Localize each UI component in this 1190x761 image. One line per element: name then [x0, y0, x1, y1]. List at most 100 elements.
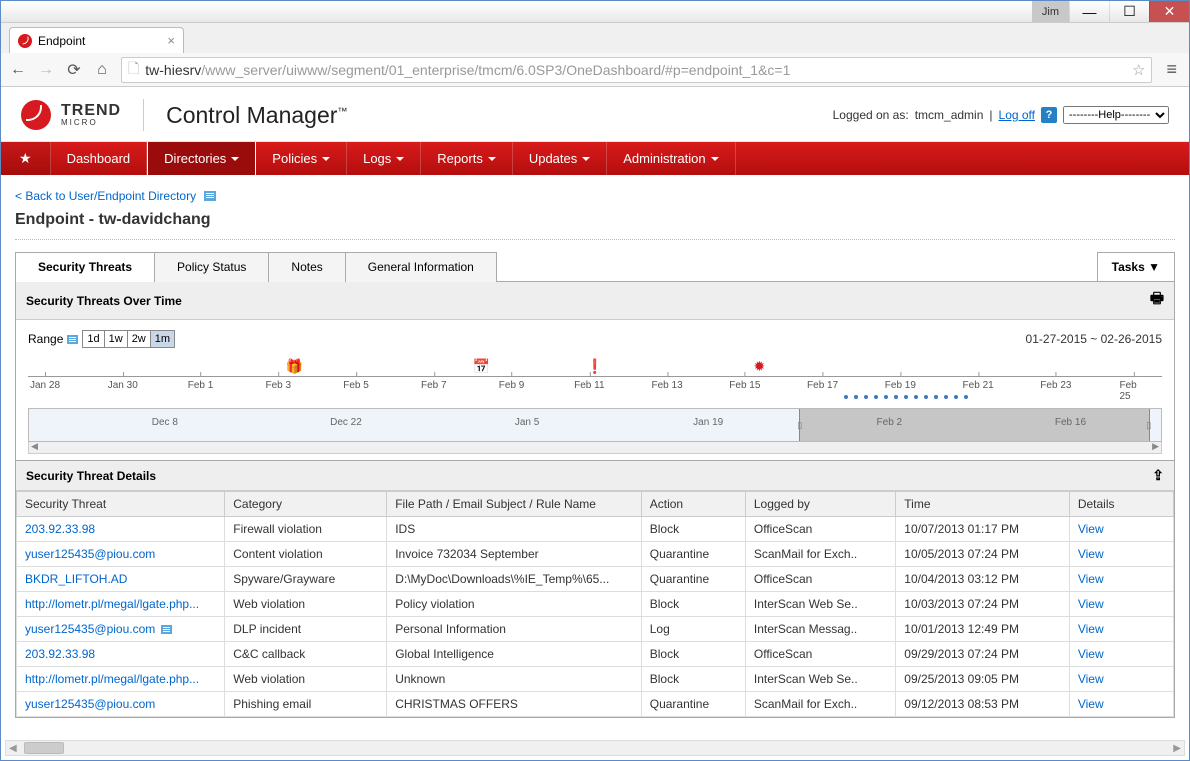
view-link[interactable]: View	[1078, 647, 1104, 661]
threat-link[interactable]: 203.92.33.98	[25, 647, 95, 661]
overview-tick: Jan 19	[693, 417, 723, 428]
table-cell: View	[1069, 642, 1173, 667]
export-icon[interactable]: ⇪	[1152, 467, 1164, 484]
star-icon: ★	[19, 150, 32, 167]
help-select[interactable]: --------Help--------	[1063, 106, 1169, 124]
window-minimize-button[interactable]: —	[1069, 1, 1109, 22]
browser-menu-icon[interactable]: ≡	[1162, 59, 1181, 80]
separator: |	[989, 108, 992, 122]
view-link[interactable]: View	[1078, 597, 1104, 611]
tab-general-information[interactable]: General Information	[345, 252, 497, 282]
horizontal-scrollbar[interactable]	[5, 740, 1185, 756]
chart-area: Range 1d1w2w1m 01-27-2015 ~ 02-26-2015 J…	[16, 320, 1174, 460]
trademark-icon: ™	[337, 106, 347, 117]
view-link[interactable]: View	[1078, 672, 1104, 686]
range-1w[interactable]: 1w	[105, 331, 128, 347]
view-link[interactable]: View	[1078, 522, 1104, 536]
main-navbar: ★ DashboardDirectoriesPoliciesLogsReport…	[1, 142, 1189, 175]
print-icon[interactable]: 🖶	[1150, 288, 1164, 313]
threat-link[interactable]: yuser125435@piou.com	[25, 622, 155, 636]
table-cell: 09/12/2013 08:53 PM	[896, 692, 1070, 717]
nav-back-icon[interactable]: ←	[9, 61, 27, 79]
details-panel-title: Security Threat Details	[26, 469, 156, 483]
nav-item-dashboard[interactable]: Dashboard	[51, 142, 148, 175]
timeline-tick: Feb 1	[188, 376, 214, 391]
table-cell: OfficeScan	[745, 642, 895, 667]
chevron-down-icon	[582, 157, 590, 161]
tasks-dropdown[interactable]: Tasks ▼	[1097, 252, 1175, 282]
nav-item-updates[interactable]: Updates	[513, 142, 607, 175]
view-link[interactable]: View	[1078, 622, 1104, 636]
tab-close-icon[interactable]: ×	[167, 34, 175, 47]
column-header[interactable]: Action	[641, 492, 745, 517]
threat-link[interactable]: http://lometr.pl/megal/lgate.php...	[25, 672, 199, 686]
range-1d[interactable]: 1d	[83, 331, 104, 347]
nav-item-logs[interactable]: Logs	[347, 142, 421, 175]
threat-marker-icon[interactable]: 🎁	[286, 358, 303, 375]
titlebar-user-badge: Jim	[1032, 1, 1069, 22]
nav-item-administration[interactable]: Administration	[607, 142, 735, 175]
column-header[interactable]: Security Threat	[17, 492, 225, 517]
nav-forward-icon[interactable]: →	[37, 61, 55, 79]
range-1m[interactable]: 1m	[151, 331, 174, 347]
table-cell: View	[1069, 692, 1173, 717]
threat-link[interactable]: 203.92.33.98	[25, 522, 95, 536]
brand: TREND MICRO Control Manager™	[21, 99, 347, 131]
help-icon[interactable]: ?	[1041, 107, 1057, 123]
column-header[interactable]: Logged by	[745, 492, 895, 517]
logoff-link[interactable]: Log off	[999, 108, 1035, 122]
threat-marker-icon[interactable]: ❗	[586, 358, 603, 375]
view-link[interactable]: View	[1078, 547, 1104, 561]
table-cell: ScanMail for Exch..	[745, 692, 895, 717]
brand-divider	[143, 99, 144, 131]
overview-tick: Dec 22	[330, 417, 362, 428]
overview-handle-left[interactable]	[796, 409, 804, 441]
column-header[interactable]: Time	[896, 492, 1070, 517]
column-header[interactable]: Category	[225, 492, 387, 517]
tab-policy-status[interactable]: Policy Status	[154, 252, 269, 282]
table-cell: Log	[641, 617, 745, 642]
back-link[interactable]: < Back to User/Endpoint Directory	[15, 189, 196, 203]
product-name: Control Manager	[166, 102, 337, 128]
table-row: yuser125435@piou.comPhishing emailCHRIST…	[17, 692, 1174, 717]
threat-marker-icon[interactable]: ✹	[754, 358, 766, 375]
threat-link[interactable]: yuser125435@piou.com	[25, 697, 155, 711]
browser-tab[interactable]: Endpoint ×	[9, 27, 184, 53]
bookmark-star-icon[interactable]: ☆	[1132, 61, 1145, 79]
brand-text-bot: MICRO	[61, 119, 121, 127]
nav-reload-icon[interactable]: ⟳	[65, 60, 83, 80]
threat-marker-icon[interactable]: 📅	[473, 358, 490, 375]
chevron-down-icon	[711, 157, 719, 161]
threat-link[interactable]: BKDR_LIFTOH.AD	[25, 572, 127, 586]
nav-item-policies[interactable]: Policies	[256, 142, 347, 175]
chart-panel-title: Security Threats Over Time	[26, 294, 182, 308]
address-bar[interactable]: 🗋 tw-hiesrv/www_server/uiwww/segment/01_…	[121, 57, 1152, 83]
nav-item-directories[interactable]: Directories	[147, 142, 256, 175]
note-indicator-icon	[161, 625, 172, 634]
chevron-down-icon	[396, 157, 404, 161]
nav-home-icon[interactable]: ⌂	[93, 61, 111, 79]
nav-home[interactable]: ★	[1, 142, 51, 175]
threat-link[interactable]: http://lometr.pl/megal/lgate.php...	[25, 597, 199, 611]
timeline-scrollbar[interactable]	[28, 442, 1162, 454]
tab-notes[interactable]: Notes	[268, 252, 345, 282]
overview-handle-right[interactable]	[1145, 409, 1153, 441]
browser-tabstrip: Endpoint ×	[1, 23, 1189, 53]
window-close-button[interactable]: ✕	[1149, 1, 1189, 22]
tab-security-threats[interactable]: Security Threats	[15, 252, 155, 282]
overview-selection[interactable]	[799, 409, 1150, 441]
threat-link[interactable]: yuser125435@piou.com	[25, 547, 155, 561]
column-header[interactable]: Details	[1069, 492, 1173, 517]
scrollbar-thumb[interactable]	[24, 742, 64, 754]
table-cell: CHRISTMAS OFFERS	[387, 692, 642, 717]
window-maximize-button[interactable]: ☐	[1109, 1, 1149, 22]
timeline-overview[interactable]: Dec 8Dec 22Jan 5Jan 19Feb 2Feb 16	[28, 408, 1162, 442]
column-header[interactable]: File Path / Email Subject / Rule Name	[387, 492, 642, 517]
view-link[interactable]: View	[1078, 697, 1104, 711]
nav-item-reports[interactable]: Reports	[421, 142, 513, 175]
range-2w[interactable]: 2w	[128, 331, 151, 347]
view-link[interactable]: View	[1078, 572, 1104, 586]
table-cell: View	[1069, 667, 1173, 692]
timeline-tick: Feb 3	[265, 376, 291, 391]
timeline-main[interactable]: Jan 28Jan 30Feb 1Feb 3Feb 5Feb 7Feb 9Feb…	[28, 354, 1162, 404]
